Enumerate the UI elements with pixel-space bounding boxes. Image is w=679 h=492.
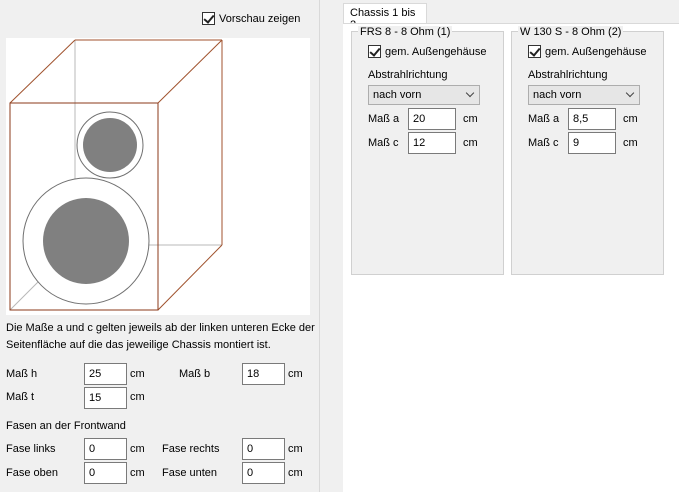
chassis-2-enclosure-checkbox[interactable]	[528, 45, 541, 58]
fase-rechts-unit: cm	[288, 443, 303, 455]
chassis-group-1: FRS 8 - 8 Ohm (1) gem. Außengehäuse Abst…	[351, 26, 504, 275]
chassis-2-direction-value: nach vorn	[533, 89, 582, 101]
preview-toggle[interactable]: Vorschau zeigen	[202, 12, 300, 25]
chevron-down-icon	[465, 88, 475, 98]
speaker-preview	[6, 38, 310, 315]
chassis-2-c-label: Maß c	[528, 137, 559, 149]
mass-h-label: Maß h	[6, 368, 38, 380]
fase-oben-input[interactable]: 0	[84, 462, 127, 484]
mass-b-unit: cm	[288, 368, 303, 380]
description-line-2: Seitenfläche auf die das jeweilige Chass…	[6, 339, 271, 351]
fase-unten-input[interactable]: 0	[242, 462, 285, 484]
mass-b-input[interactable]: 18	[242, 363, 285, 385]
chassis-1-direction-select[interactable]: nach vorn	[368, 85, 480, 105]
mass-t-unit: cm	[130, 391, 145, 403]
chassis-1-enclosure-toggle[interactable]: gem. Außengehäuse	[368, 45, 487, 58]
fase-links-input[interactable]: 0	[84, 438, 127, 460]
mass-h-unit: cm	[130, 368, 145, 380]
tab-chassis-1-2[interactable]: Chassis 1 bis 2	[343, 3, 427, 31]
chassis-1-a-unit: cm	[463, 113, 478, 125]
mass-t-label: Maß t	[6, 391, 35, 403]
chassis-2-a-label: Maß a	[528, 113, 560, 125]
fase-links-unit: cm	[130, 443, 145, 455]
chevron-down-icon	[625, 88, 635, 98]
chassis-2-enclosure-label: gem. Außengehäuse	[545, 45, 647, 58]
left-panel: Vorschau zeigen Die Maße a und c gelten …	[0, 0, 320, 492]
fasen-heading: Fasen an der Frontwand	[6, 420, 126, 432]
chassis-1-enclosure-checkbox[interactable]	[368, 45, 381, 58]
chassis-2-c-unit: cm	[623, 137, 638, 149]
chassis-1-direction-label: Abstrahlrichtung	[368, 69, 448, 81]
preview-checkbox[interactable]	[202, 12, 215, 25]
tweeter-cone	[83, 118, 137, 172]
chassis-1-c-label: Maß c	[368, 137, 399, 149]
mass-b-label: Maß b	[179, 368, 211, 380]
mass-t-input[interactable]: 15	[84, 387, 127, 409]
mass-h-input[interactable]: 25	[84, 363, 127, 385]
chassis-2-direction-label: Abstrahlrichtung	[528, 69, 608, 81]
chassis-2-enclosure-toggle[interactable]: gem. Außengehäuse	[528, 45, 647, 58]
chassis-1-enclosure-label: gem. Außengehäuse	[385, 45, 487, 58]
chassis-1-c-unit: cm	[463, 137, 478, 149]
chassis-2-c-input[interactable]: 9	[568, 132, 616, 154]
chassis-1-a-input[interactable]: 20	[408, 108, 456, 130]
description-line-1: Die Maße a und c gelten jeweils ab der l…	[6, 322, 315, 334]
fase-links-label: Fase links	[6, 443, 56, 455]
chassis-2-a-input[interactable]: 8,5	[568, 108, 616, 130]
preview-checkbox-label: Vorschau zeigen	[219, 12, 301, 25]
fase-unten-unit: cm	[288, 467, 303, 479]
chassis-2-title: W 130 S - 8 Ohm (2)	[518, 26, 624, 38]
woofer-cone	[43, 198, 129, 284]
speaker-drawing	[9, 39, 223, 311]
chassis-1-direction-value: nach vorn	[373, 89, 422, 101]
fase-oben-unit: cm	[130, 467, 145, 479]
chassis-2-direction-select[interactable]: nach vorn	[528, 85, 640, 105]
fase-rechts-input[interactable]: 0	[242, 438, 285, 460]
fase-oben-label: Fase oben	[6, 467, 58, 479]
chassis-1-c-input[interactable]: 12	[408, 132, 456, 154]
fase-unten-label: Fase unten	[162, 467, 218, 479]
chassis-group-2: W 130 S - 8 Ohm (2) gem. Außengehäuse Ab…	[511, 26, 664, 275]
fase-rechts-label: Fase rechts	[162, 443, 220, 455]
chassis-2-a-unit: cm	[623, 113, 638, 125]
chassis-1-a-label: Maß a	[368, 113, 400, 125]
chassis-1-title: FRS 8 - 8 Ohm (1)	[358, 26, 453, 38]
